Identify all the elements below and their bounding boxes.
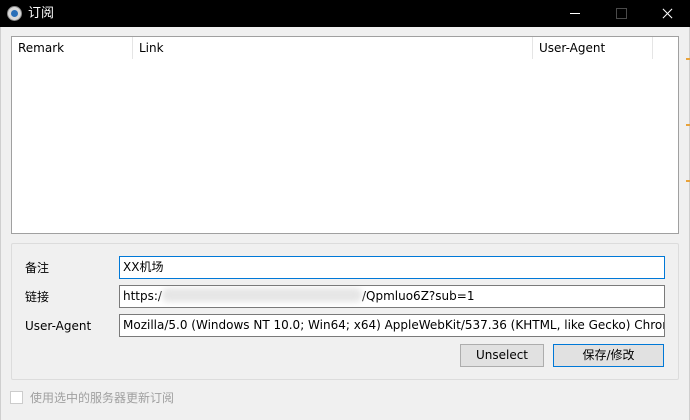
user-agent-input[interactable]: Mozilla/5.0 (Windows NT 10.0; Win64; x64… <box>119 314 665 337</box>
link-input[interactable]: https:/ /Qpmluo6Z?sub=1 <box>119 285 665 308</box>
maximize-button[interactable] <box>598 0 644 27</box>
redacted-region <box>161 288 362 302</box>
link-suffix: /Qpmluo6Z?sub=1 <box>361 289 475 303</box>
user-agent-label: User-Agent <box>25 319 92 333</box>
remark-label: 备注 <box>25 261 50 275</box>
title-bar[interactable]: 订阅 <box>0 0 690 27</box>
column-header-user-agent[interactable]: User-Agent <box>533 37 653 59</box>
column-header-remark[interactable]: Remark <box>12 37 133 59</box>
window-title: 订阅 <box>28 6 55 21</box>
update-via-selected-server-label: 使用选中的服务器更新订阅 <box>30 391 175 405</box>
link-prefix: https:/ <box>123 289 162 303</box>
background-window-edge <box>686 58 690 60</box>
close-button[interactable] <box>644 0 690 27</box>
column-header-link[interactable]: Link <box>133 37 533 59</box>
background-window-edge <box>686 124 690 126</box>
unselect-button[interactable]: Unselect <box>460 344 544 367</box>
app-icon <box>7 6 22 21</box>
update-via-selected-server-checkbox[interactable] <box>10 391 23 404</box>
subscription-list[interactable]: Remark Link User-Agent <box>11 36 679 234</box>
minimize-button[interactable] <box>552 0 598 27</box>
save-button[interactable]: 保存/修改 <box>553 344 664 367</box>
background-window-edge <box>686 180 690 182</box>
remark-input[interactable]: XX机场 <box>119 256 665 279</box>
link-label: 链接 <box>25 290 50 304</box>
